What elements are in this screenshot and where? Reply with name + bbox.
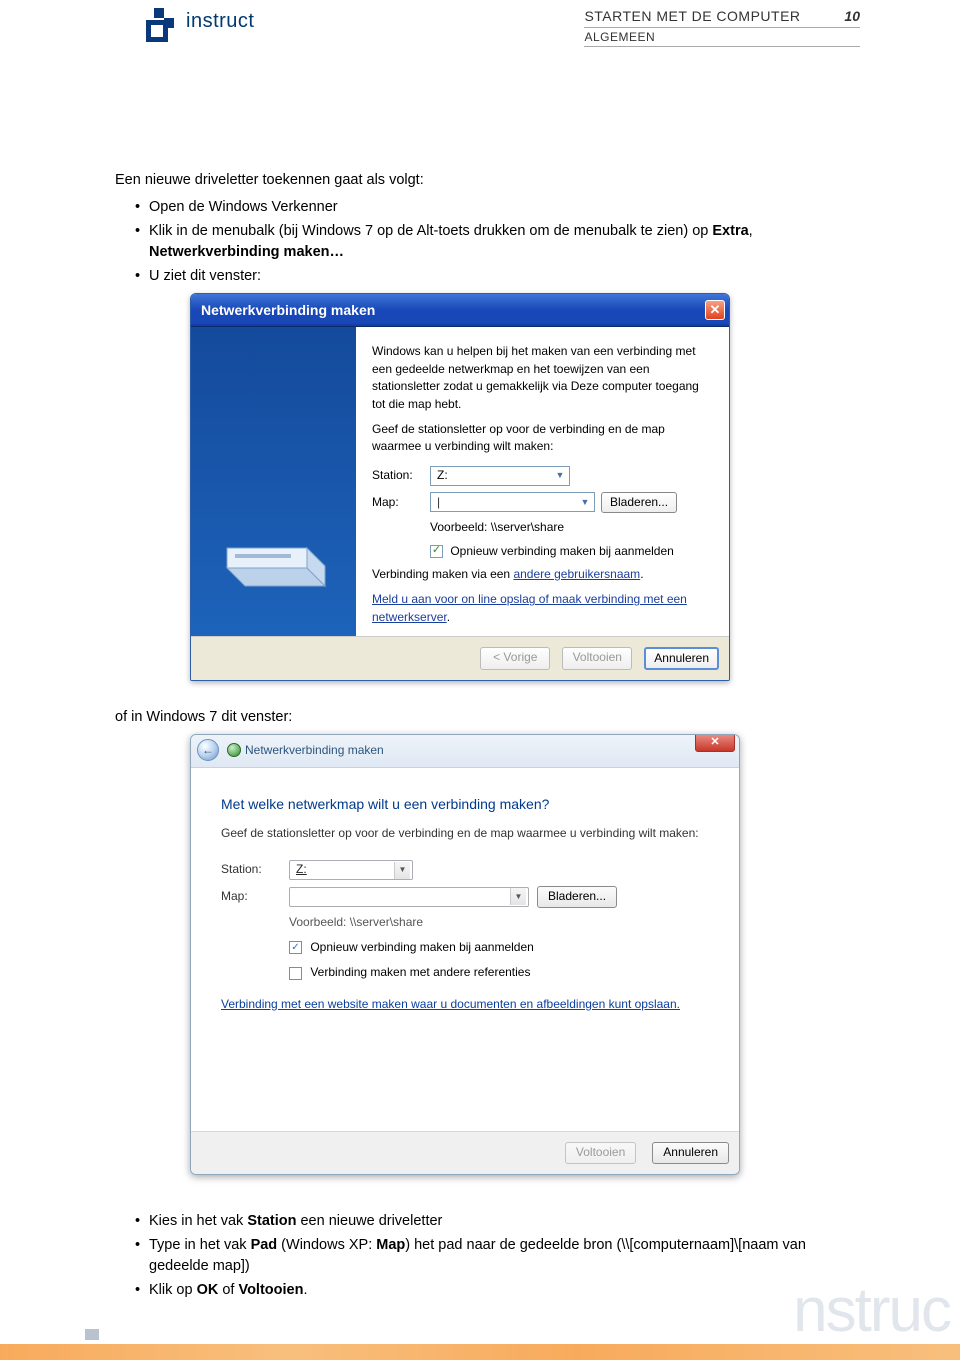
w7-cancel-button[interactable]: Annuleren [652, 1142, 729, 1163]
w7-dialog-title: Netwerkverbinding maken [245, 742, 384, 759]
footer-bar [0, 1344, 960, 1360]
xp-finish-button: Voltooien [562, 647, 632, 670]
intro-text: Een nieuwe driveletter toekennen gaat al… [115, 170, 855, 191]
xp-reconnect-label: Opnieuw verbinding maken bij aanmelden [450, 544, 673, 558]
logo-text: instruct [186, 10, 254, 33]
w7-map-label: Map: [221, 888, 289, 905]
logo-mark-icon [140, 6, 182, 53]
w7-subtext: Geef de stationsletter op voor de verbin… [221, 825, 709, 842]
w7-finish-button: Voltooien [565, 1142, 636, 1163]
w7-browse-button[interactable]: Bladeren... [537, 886, 617, 907]
close-icon[interactable]: ✕ [705, 300, 725, 320]
chevron-down-icon: ▼ [510, 888, 526, 905]
network-globe-icon [227, 743, 241, 757]
w7-example: Voorbeeld: \\server\share [289, 914, 709, 931]
xp-drive-label: Station: [372, 467, 430, 484]
chevron-down-icon: ▼ [578, 494, 592, 510]
back-icon[interactable]: ← [197, 739, 219, 761]
xp-reconnect-checkbox[interactable]: ✓ [430, 545, 443, 558]
xp-browse-button[interactable]: Bladeren... [601, 492, 677, 513]
xp-cancel-button[interactable]: Annuleren [644, 647, 719, 670]
xp-example: Voorbeeld: \\server\share [430, 519, 713, 536]
xp-other-user-link[interactable]: andere gebruikersnaam [513, 567, 640, 581]
bullet-kies-station: Kies in het vak Station een nieuwe drive… [135, 1211, 855, 1232]
w7-dialog: ← Netwerkverbinding maken Met welke netw… [190, 734, 740, 1174]
chevron-down-icon: ▼ [553, 468, 567, 484]
doc-section-title: STARTEN MET DE COMPUTER [584, 8, 800, 24]
watermark-square-icon [85, 1329, 99, 1340]
xp-sidebar [191, 327, 356, 636]
w7-drive-combo[interactable]: Z: ▼ [289, 860, 413, 880]
watermark-text: nstruc [793, 1275, 950, 1346]
bullet-type-pad: Type in het vak Pad (Windows XP: Map) he… [135, 1235, 855, 1277]
w7-drive-label: Station: [221, 861, 289, 878]
w7-map-combo[interactable]: ▼ [289, 887, 529, 907]
bullet-klik-ok: Klik op OK of Voltooien. [135, 1280, 855, 1301]
bullet-ziet-venster: U ziet dit venster: [135, 266, 855, 287]
w7-reconnect-checkbox[interactable]: ✓ [289, 941, 302, 954]
drive-illustration-icon [209, 518, 329, 606]
xp-back-button: < Vorige [480, 647, 550, 670]
xp-map-label: Map: [372, 494, 430, 511]
w7-web-link[interactable]: Verbinding met een website maken waar u … [221, 997, 680, 1011]
chevron-down-icon: ▼ [394, 862, 410, 879]
w7-othercreds-label: Verbinding maken met andere referenties [310, 965, 530, 979]
w7-othercreds-checkbox[interactable] [289, 967, 302, 980]
xp-map-combo[interactable]: | ▼ [430, 492, 595, 512]
bullet-open-verkenner: Open de Windows Verkenner [135, 197, 855, 218]
xp-signup-link[interactable]: Meld u aan voor on line opslag of maak v… [372, 592, 687, 623]
mid-text: of in Windows 7 dit venster: [115, 707, 855, 728]
bullet-klik-extra: Klik in de menubalk (bij Windows 7 op de… [135, 221, 855, 263]
xp-desc-1: Windows kan u helpen bij het maken van e… [372, 343, 713, 413]
xp-via-text: Verbinding maken via een andere gebruike… [372, 566, 713, 583]
xp-dialog: Netwerkverbinding maken ✕ Windows [190, 293, 730, 681]
xp-desc-2: Geef de stationsletter op voor de verbin… [372, 421, 713, 456]
close-icon[interactable] [695, 734, 735, 752]
xp-drive-combo[interactable]: Z: ▼ [430, 466, 570, 486]
w7-heading: Met welke netwerkmap wilt u een verbindi… [221, 794, 709, 814]
page-number: 10 [844, 8, 860, 24]
w7-reconnect-label: Opnieuw verbinding maken bij aanmelden [310, 940, 533, 954]
xp-dialog-title: Netwerkverbinding maken [201, 300, 375, 320]
logo: instruct [140, 6, 182, 53]
